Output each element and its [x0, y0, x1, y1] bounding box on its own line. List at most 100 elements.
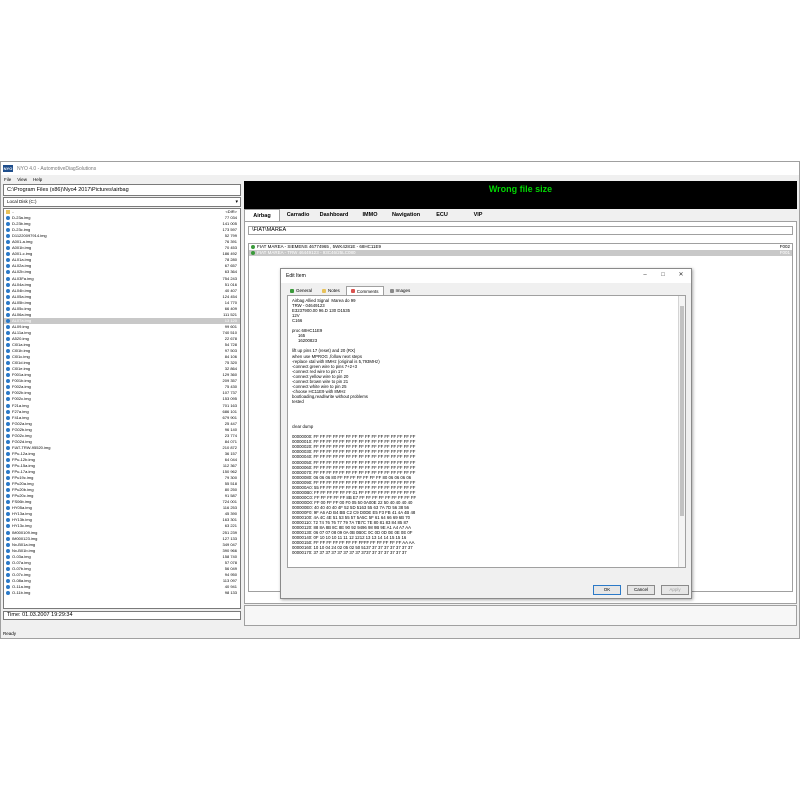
tab-images[interactable]: Images — [386, 286, 415, 295]
file-icon — [6, 312, 10, 317]
file-icon — [6, 482, 10, 487]
file-icon — [6, 590, 10, 595]
file-icon — [6, 337, 10, 341]
tab-carradio[interactable]: Carradio — [280, 209, 316, 221]
file-icon — [6, 500, 10, 505]
file-icon — [6, 294, 10, 299]
chevron-down-icon[interactable]: ▾ — [235, 198, 238, 206]
window-title: NYO 4.0 - AutomotiveDiagSolutions — [17, 165, 97, 172]
tab-comments[interactable]: Comments — [345, 286, 384, 295]
file-icon — [6, 324, 10, 329]
file-icon — [6, 470, 10, 475]
menu-view[interactable]: View — [17, 177, 27, 182]
file-icon — [6, 300, 10, 305]
notes-icon — [322, 288, 327, 293]
file-icon — [6, 270, 10, 275]
drive-selector[interactable]: Local Disk (C:) ▾ — [3, 197, 241, 207]
file-icon — [6, 397, 10, 402]
tab-airbag[interactable]: Airbag — [244, 209, 280, 221]
tab-ecu[interactable]: ECU — [424, 209, 460, 221]
menu-file[interactable]: File — [4, 177, 11, 182]
file-icon — [6, 276, 10, 281]
file-icon — [6, 216, 10, 221]
category-tabs: Airbag Carradio Dashboard IMMO Navigatio… — [244, 209, 797, 222]
file-icon — [6, 578, 10, 583]
tab-label: Images — [395, 288, 411, 293]
comments-icon — [350, 289, 355, 293]
drive-label: Local Disk (C:) — [7, 199, 37, 204]
tab-notes[interactable]: Notes — [318, 286, 344, 295]
file-icon — [6, 361, 10, 366]
file-icon — [6, 282, 10, 287]
file-icon — [6, 330, 10, 335]
status-dot-icon — [251, 251, 255, 255]
general-icon — [290, 288, 294, 293]
menu-help[interactable]: Help — [33, 177, 42, 182]
info-panel — [244, 605, 797, 626]
file-icon — [6, 288, 10, 293]
file-size: 98 133 — [224, 589, 237, 595]
images-icon — [389, 288, 394, 293]
file-icon — [6, 222, 10, 227]
file-icon — [6, 240, 10, 245]
file-name: O-11b.img — [12, 589, 31, 595]
file-icon — [6, 421, 10, 426]
tab-vip[interactable]: VIP — [460, 209, 496, 221]
file-icon — [6, 246, 10, 251]
file-icon — [6, 409, 10, 414]
file-icon — [6, 306, 10, 311]
file-icon — [6, 536, 10, 541]
tab-immo[interactable]: IMMO — [352, 209, 388, 221]
list-item-code: F001 — [779, 250, 790, 255]
close-icon[interactable]: ✕ — [677, 271, 685, 279]
status-dot-icon — [251, 245, 255, 249]
status-banner: Wrong file size — [244, 181, 797, 209]
vertical-scrollbar[interactable] — [678, 296, 685, 567]
list-item[interactable]: FIAT MAREA - TRW 46449123 - 93C46/25LC08… — [249, 250, 792, 256]
tab-dashboard[interactable]: Dashboard — [316, 209, 352, 221]
dialog-title: Edit Item — [286, 273, 306, 279]
file-icon — [6, 548, 10, 553]
file-icon — [6, 427, 10, 432]
file-icon — [6, 415, 10, 420]
file-icon — [6, 494, 10, 499]
scrollbar-thumb[interactable] — [680, 306, 684, 516]
file-time: Time: 01.03.2007 19:29:34 — [3, 611, 241, 620]
tab-navigation[interactable]: Navigation — [388, 209, 424, 221]
apply-button[interactable]: Apply — [661, 585, 689, 595]
file-icon — [6, 524, 10, 529]
file-list[interactable]: .. <DIR> D-23a.img 77 034 D-23b.img 141 005 D-… — [3, 208, 241, 609]
file-icon — [6, 584, 10, 589]
file-icon — [6, 349, 10, 354]
app-logo-icon: NYO — [3, 165, 13, 172]
tab-general[interactable]: General — [286, 286, 316, 295]
file-icon — [6, 264, 10, 269]
comments-text: Airbag Allied Signal Marea do 99 TRW - 0… — [292, 298, 417, 556]
tab-label: Notes — [328, 288, 340, 293]
file-icon — [6, 228, 10, 233]
cancel-button[interactable]: Cancel — [627, 585, 655, 595]
file-icon — [6, 572, 10, 577]
file-icon — [6, 385, 10, 390]
folder-up-icon — [6, 210, 10, 215]
current-path[interactable]: C:\Program Files (x86)\Nyo4 2017\Picture… — [3, 184, 241, 196]
tab-label: General — [296, 288, 313, 293]
file-browser-pane: C:\Program Files (x86)\Nyo4 2017\Picture… — [3, 184, 241, 630]
file-icon — [6, 457, 10, 462]
file-icon — [6, 252, 10, 257]
file-icon — [6, 373, 10, 378]
edit-item-dialog: Edit Item – □ ✕ General Notes Comments I… — [280, 268, 692, 599]
file-icon — [6, 403, 10, 408]
file-icon — [6, 234, 10, 239]
minimize-icon[interactable]: – — [641, 271, 649, 279]
breadcrumb: \FIAT\MAREA — [248, 226, 793, 235]
file-icon — [6, 391, 10, 396]
file-row[interactable]: O-11b.img 98 133 — [4, 590, 240, 596]
ok-button[interactable]: OK — [593, 585, 621, 595]
file-icon — [6, 488, 10, 493]
file-icon — [6, 566, 10, 571]
comments-textarea[interactable]: Airbag Allied Signal Marea do 99 TRW - 0… — [287, 295, 686, 568]
file-icon — [6, 530, 10, 535]
maximize-icon[interactable]: □ — [659, 271, 667, 279]
file-icon — [6, 379, 10, 384]
